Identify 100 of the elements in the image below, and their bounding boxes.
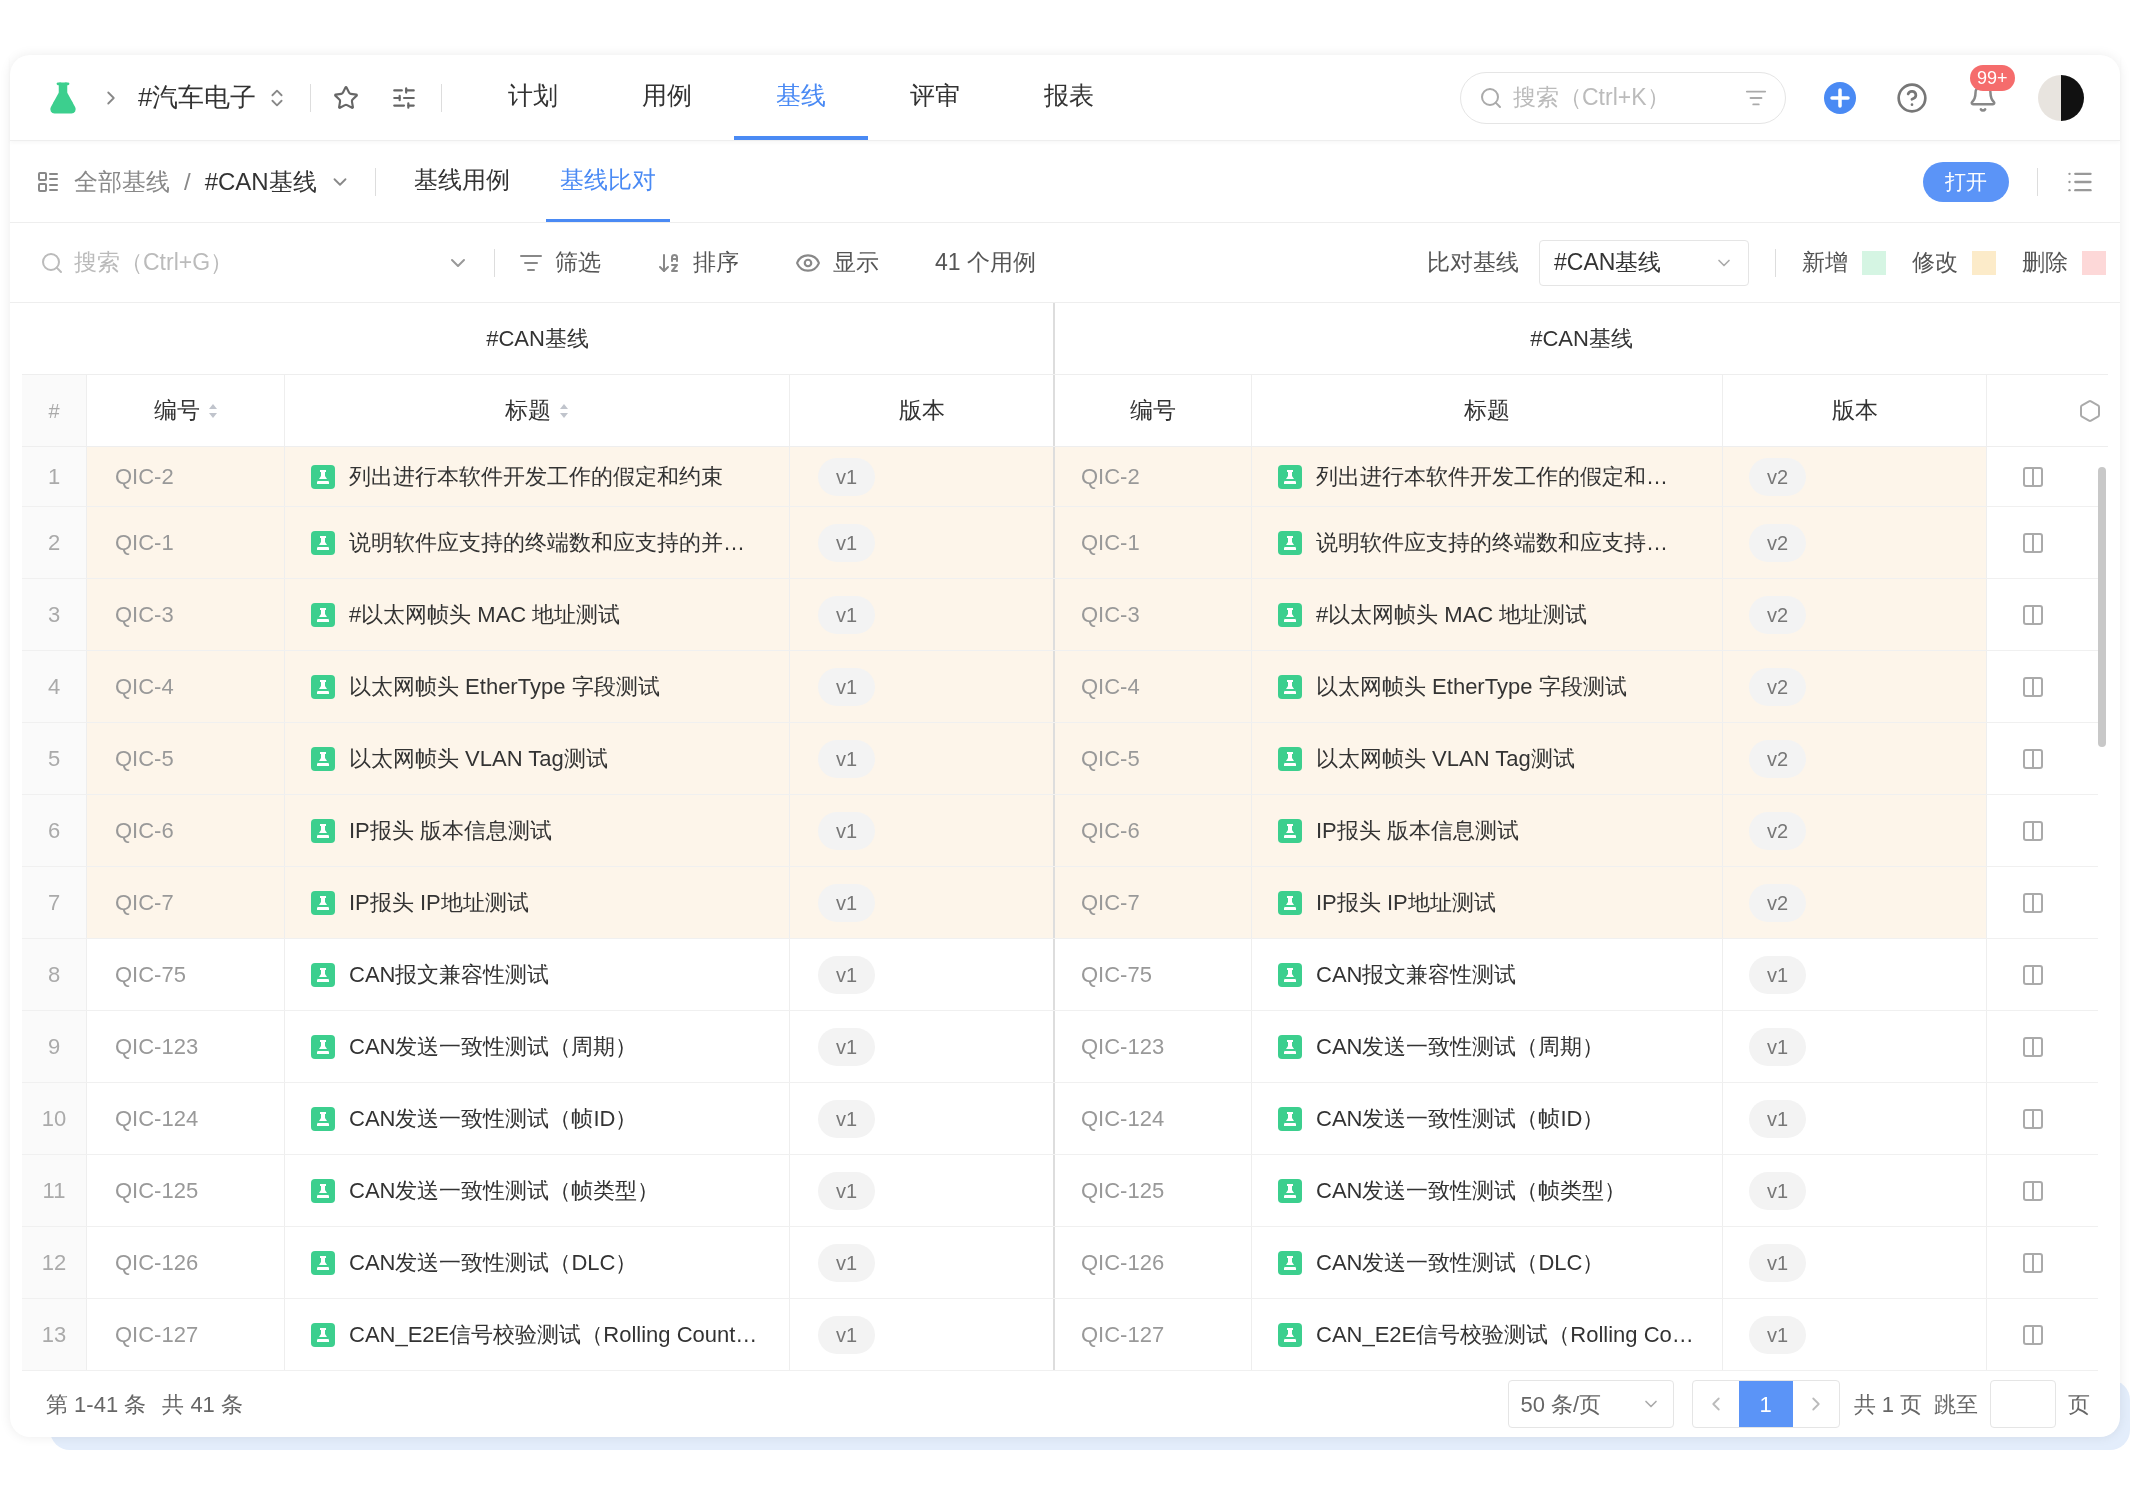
column-header[interactable]: 编号 — [1130, 393, 1176, 428]
case-id: QIC-7 — [1081, 889, 1140, 917]
row-number: 4 — [47, 673, 61, 701]
table-row[interactable]: 4 QIC-4 以太网帧头 EtherType 字段测试 v1 QIC-4 以太网帧头 EtherType 字段测试 v2 — [22, 651, 2098, 723]
case-title[interactable]: CAN发送一致性测试（帧类型） — [1316, 1174, 1627, 1207]
table-row[interactable]: 10 QIC-124 CAN发送一致性测试（帧ID） v1 QIC-124 CAN发送一致性测试（帧ID） v1 — [22, 1083, 2098, 1155]
case-title[interactable]: CAN发送一致性测试（帧ID） — [349, 1102, 638, 1135]
case-title[interactable]: 以太网帧头 EtherType 字段测试 — [349, 670, 660, 703]
case-title[interactable]: IP报头 IP地址测试 — [349, 886, 529, 919]
table-row[interactable]: 7 QIC-7 IP报头 IP地址测试 v1 QIC-7 IP报头 IP地址测试 v2 — [22, 867, 2098, 939]
column-header[interactable]: 标题 — [1464, 393, 1510, 428]
table-row[interactable]: 1 QIC-2 列出进行本软件开发工作的假定和约束 v1 QIC-2 列出进行本软件开发工作的假定和… v2 — [22, 447, 2098, 507]
filter-button[interactable]: 筛选 — [519, 245, 601, 280]
search-field[interactable]: 搜索（Ctrl+G） — [40, 245, 470, 280]
row-number: 9 — [47, 1033, 61, 1061]
page-size-select[interactable]: 50 条/页 — [1507, 1380, 1674, 1428]
table-row[interactable]: 13 QIC-127 CAN_E2E信号校验测试（Rolling Count… v1 QIC-127 CAN_E2E信号校验测试（Rolling Co… v1 — [22, 1299, 2098, 1371]
case-title[interactable]: #以太网帧头 MAC 地址测试 — [349, 598, 621, 631]
settings-icon[interactable] — [2078, 398, 2102, 423]
case-title[interactable]: CAN发送一致性测试（DLC） — [1316, 1246, 1605, 1279]
compare-icon[interactable] — [2020, 1178, 2045, 1203]
case-title[interactable]: 说明软件应支持的终端数和应支持… — [1316, 526, 1668, 559]
case-title[interactable]: CAN发送一致性测试（帧类型） — [349, 1174, 660, 1207]
table-row[interactable]: 6 QIC-6 IP报头 版本信息测试 v1 QIC-6 IP报头 版本信息测试 v2 — [22, 795, 2098, 867]
compare-icon[interactable] — [2020, 1322, 2045, 1347]
avatar[interactable] — [2038, 74, 2084, 121]
search-input[interactable]: 搜索（Ctrl+K） — [1513, 80, 1735, 115]
case-title[interactable]: 以太网帧头 VLAN Tag测试 — [349, 742, 608, 775]
sort-icon[interactable] — [207, 402, 218, 419]
case-title[interactable]: CAN_E2E信号校验测试（Rolling Count… — [349, 1318, 758, 1351]
table-row[interactable]: 8 QIC-75 CAN报文兼容性测试 v1 QIC-75 CAN报文兼容性测试 v1 — [22, 939, 2098, 1011]
case-title[interactable]: IP报头 IP地址测试 — [1316, 886, 1496, 919]
case-title[interactable]: 列出进行本软件开发工作的假定和约束 — [349, 460, 723, 493]
case-title[interactable]: CAN发送一致性测试（帧ID） — [1316, 1102, 1605, 1135]
add-icon[interactable] — [1824, 81, 1856, 114]
compare-icon[interactable] — [2020, 746, 2045, 771]
case-title[interactable]: CAN报文兼容性测试 — [349, 958, 550, 991]
compare-icon[interactable] — [2020, 1034, 2045, 1059]
project-name[interactable]: #汽车电子 — [138, 78, 257, 117]
breadcrumb-link[interactable]: 全部基线 — [74, 163, 170, 200]
compare-icon[interactable] — [2020, 818, 2045, 843]
case-title[interactable]: CAN报文兼容性测试 — [1316, 958, 1517, 991]
compare-select[interactable]: #CAN基线 — [1539, 239, 1749, 286]
test-case-icon — [1278, 890, 1302, 915]
star-icon[interactable] — [333, 84, 360, 111]
case-title[interactable]: IP报头 版本信息测试 — [1316, 814, 1519, 847]
compare-icon[interactable] — [2020, 1106, 2045, 1131]
compare-icon[interactable] — [2020, 674, 2045, 699]
table-row[interactable]: 9 QIC-123 CAN发送一致性测试（周期） v1 QIC-123 CAN发送一致性测试（周期） v1 — [22, 1011, 2098, 1083]
table-row[interactable]: 2 QIC-1 说明软件应支持的终端数和应支持的并… v1 QIC-1 说明软件应支持的终端数和应支持… v2 — [22, 507, 2098, 579]
case-id: QIC-3 — [1081, 601, 1140, 629]
help-icon[interactable] — [1896, 81, 1928, 114]
table-row[interactable]: 12 QIC-126 CAN发送一致性测试（DLC） v1 QIC-126 CAN发送一致性测试（DLC） v1 — [22, 1227, 2098, 1299]
breadcrumb-separator: / — [184, 166, 191, 197]
sort-icon[interactable] — [559, 402, 569, 419]
column-header[interactable]: 编号 — [153, 393, 218, 428]
table-row[interactable]: 11 QIC-125 CAN发送一致性测试（帧类型） v1 QIC-125 CAN发送一致性测试（帧类型） v1 — [22, 1155, 2098, 1227]
case-title[interactable]: 以太网帧头 VLAN Tag测试 — [1316, 742, 1575, 775]
case-title[interactable]: CAN发送一致性测试（DLC） — [349, 1246, 638, 1279]
nav-tab[interactable]: 评审 — [868, 55, 1003, 140]
version-tag: v2 — [1749, 667, 1807, 706]
compare-icon[interactable] — [2020, 890, 2045, 915]
nav-tab[interactable]: 用例 — [600, 55, 735, 140]
version-tag: v1 — [818, 595, 876, 634]
case-title[interactable]: 列出进行本软件开发工作的假定和… — [1316, 460, 1668, 493]
case-title[interactable]: CAN_E2E信号校验测试（Rolling Co… — [1316, 1318, 1694, 1351]
sub-tab[interactable]: 基线用例 — [399, 141, 524, 222]
case-title[interactable]: CAN发送一致性测试（周期） — [1316, 1030, 1605, 1063]
compare-icon[interactable] — [2020, 464, 2045, 489]
sort-button[interactable]: 排序 — [657, 245, 739, 280]
display-button[interactable]: 显示 — [795, 245, 879, 280]
case-title[interactable]: CAN发送一致性测试（周期） — [349, 1030, 638, 1063]
nav-tab[interactable]: 计划 — [466, 55, 601, 140]
case-id: QIC-124 — [1081, 1105, 1165, 1133]
test-case-icon — [1278, 1322, 1302, 1347]
compare-icon[interactable] — [2020, 602, 2045, 627]
table-row[interactable]: 5 QIC-5 以太网帧头 VLAN Tag测试 v1 QIC-5 以太网帧头 VLAN Tag测试 v2 — [22, 723, 2098, 795]
table-row[interactable]: 3 QIC-3 #以太网帧头 MAC 地址测试 v1 QIC-3 #以太网帧头 MAC 地址测试 v2 — [22, 579, 2098, 651]
compare-icon[interactable] — [2020, 530, 2045, 555]
column-header[interactable]: 标题 — [505, 393, 569, 428]
test-case-icon — [311, 530, 335, 555]
sliders-icon[interactable] — [391, 84, 418, 111]
search-input[interactable]: 搜索（Ctrl+G） — [74, 245, 436, 280]
jump-input[interactable] — [1990, 1380, 2056, 1428]
nav-tab[interactable]: 报表 — [1002, 55, 1137, 140]
case-title[interactable]: #以太网帧头 MAC 地址测试 — [1316, 598, 1588, 631]
column-header[interactable]: 版本 — [1831, 393, 1878, 428]
case-id: QIC-7 — [115, 889, 174, 917]
case-title[interactable]: 以太网帧头 EtherType 字段测试 — [1316, 670, 1627, 703]
test-case-icon — [1278, 602, 1302, 627]
scrollbar[interactable] — [2098, 467, 2106, 747]
case-title[interactable]: 说明软件应支持的终端数和应支持的并… — [349, 526, 745, 559]
case-title[interactable]: IP报头 版本信息测试 — [349, 814, 552, 847]
compare-icon[interactable] — [2020, 1250, 2045, 1275]
version-tag: v2 — [1749, 523, 1807, 562]
baseline-name[interactable]: #CAN基线 — [204, 163, 317, 200]
list-icon[interactable] — [36, 169, 60, 194]
compare-icon[interactable] — [2020, 962, 2045, 987]
column-header[interactable]: 版本 — [898, 393, 945, 428]
case-id: QIC-1 — [115, 529, 174, 557]
